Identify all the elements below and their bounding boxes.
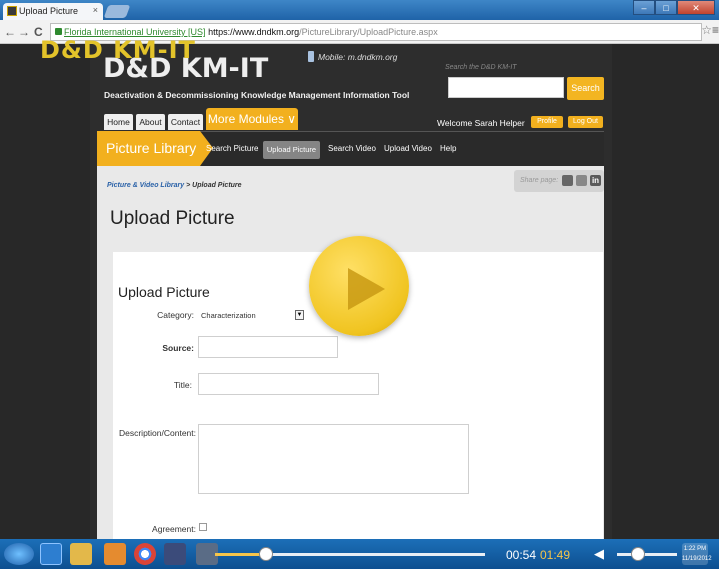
more-modules-menu[interactable]: More Modules ∨ [206, 108, 298, 130]
volume-track[interactable] [617, 553, 677, 556]
modnav-upload-picture[interactable]: Upload Picture [263, 141, 320, 159]
page-gutter-right [612, 44, 719, 539]
start-button-icon[interactable] [4, 543, 34, 565]
minimize-button[interactable]: – [633, 0, 655, 15]
window-controls: – □ ✕ [633, 0, 715, 15]
chrome-icon[interactable] [134, 543, 156, 565]
agreement-label: Agreement: [152, 524, 196, 534]
linkedin-icon[interactable]: in [590, 175, 601, 186]
nav-about[interactable]: About [136, 114, 165, 130]
mobile-phone-icon [308, 51, 314, 62]
search-hint: Search the D&D KM-IT [445, 64, 517, 71]
app-icon[interactable] [164, 543, 186, 565]
print-icon[interactable] [562, 175, 573, 186]
logo-watermark: D&D KM-IT [40, 36, 196, 64]
title-input[interactable] [198, 373, 379, 395]
browser-menu-icon[interactable]: ≡ [712, 23, 719, 37]
category-label: Category: [157, 310, 194, 320]
media-player-icon[interactable] [104, 543, 126, 565]
category-select-value[interactable]: Characterization [201, 311, 256, 320]
breadcrumb-current: Upload Picture [192, 182, 242, 189]
tab-title: Upload Picture [19, 6, 79, 16]
site-tagline: Deactivation & Decommissioning Knowledge… [104, 90, 410, 100]
tab-close-icon[interactable]: × [93, 5, 98, 15]
title-label: Title: [173, 380, 192, 390]
url-path: /PictureLibrary/UploadPicture.aspx [299, 27, 438, 37]
file-explorer-icon[interactable] [70, 543, 92, 565]
site-search-input[interactable] [448, 77, 564, 98]
agreement-checkbox[interactable] [199, 523, 207, 531]
mobile-site-link[interactable]: Mobile: m.dndkm.org [308, 51, 397, 62]
time-total: 01:49 [540, 548, 571, 562]
back-icon[interactable]: ← [4, 25, 16, 39]
profile-button[interactable]: Profile [531, 116, 563, 128]
breadcrumb: Picture & Video Library > Upload Picture [107, 182, 242, 189]
nav-home[interactable]: Home [104, 114, 133, 130]
welcome-text: Welcome Sarah Helper [437, 118, 525, 128]
bookmark-star-icon[interactable]: ☆ [701, 23, 712, 37]
category-dropdown-arrow-icon[interactable]: ▼ [295, 310, 304, 320]
form-heading: Upload Picture [118, 284, 210, 300]
modnav-search-video[interactable]: Search Video [328, 144, 376, 153]
nav-contact[interactable]: Contact [168, 114, 203, 130]
volume-icon[interactable]: ◀ [594, 546, 604, 562]
forward-icon[interactable]: → [18, 25, 30, 39]
page-gutter-left [0, 44, 90, 539]
browser-tab[interactable]: Upload Picture × [3, 3, 103, 20]
time-elapsed: 00:54 [506, 548, 537, 562]
modnav-help[interactable]: Help [440, 144, 456, 153]
modnav-search-picture[interactable]: Search Picture [206, 144, 258, 153]
maximize-button[interactable]: □ [655, 0, 677, 15]
share-label: Share page: [520, 177, 559, 184]
breadcrumb-separator: > [184, 182, 193, 189]
search-button[interactable]: Search [567, 77, 604, 100]
play-icon [348, 268, 385, 310]
video-progress-handle[interactable] [259, 547, 273, 561]
breadcrumb-link[interactable]: Picture & Video Library [107, 182, 184, 189]
modnav-upload-video[interactable]: Upload Video [384, 144, 432, 153]
page-title: Upload Picture [110, 208, 235, 229]
mobile-link-label: Mobile: m.dndkm.org [318, 52, 398, 62]
close-window-button[interactable]: ✕ [677, 0, 715, 15]
volume-handle[interactable] [631, 547, 645, 561]
internet-explorer-icon[interactable] [40, 543, 62, 565]
email-icon[interactable] [576, 175, 587, 186]
url-host: https://www.dndkm.org [208, 27, 300, 37]
site-favicon-icon [7, 6, 17, 16]
module-title[interactable]: Picture Library [97, 131, 200, 166]
description-textarea[interactable] [198, 424, 469, 494]
logout-button[interactable]: Log Out [568, 116, 603, 128]
system-clock: 1:22 PM 11/19/2012 [682, 543, 712, 565]
lock-icon [55, 28, 62, 35]
source-label: Source: [162, 343, 194, 353]
description-label: Description/Content: [118, 428, 196, 438]
source-input[interactable] [198, 336, 338, 358]
